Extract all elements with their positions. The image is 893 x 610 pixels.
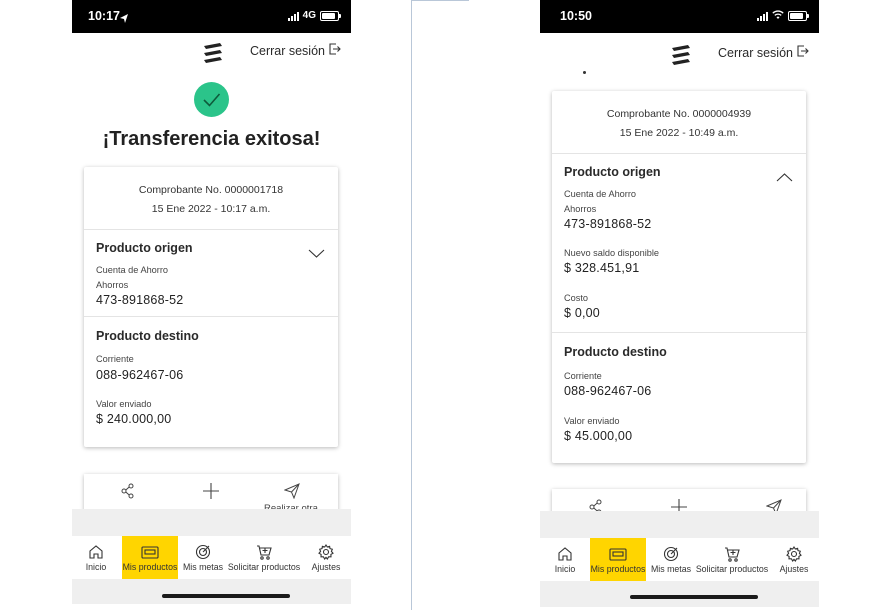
origin-account-type: Cuenta de Ahorro	[564, 189, 637, 199]
transfer-receipt-card: Comprobante No. 0000001718 15 Ene 2022 -…	[84, 167, 338, 447]
receipt-number: Comprobante No. 0000001718	[138, 184, 284, 196]
balance-value: $ 328.451,91	[564, 261, 640, 275]
logout-icon	[797, 45, 809, 60]
origin-account-type: Cuenta de Ahorro	[96, 265, 169, 275]
signal-icon	[287, 11, 299, 21]
amount-value: $ 240.000,00	[96, 412, 172, 426]
receipt-date: 15 Ene 2022 - 10:17 a.m.	[151, 203, 271, 215]
bottom-tab-bar: Inicio Mis productos Mis metas Solicitar…	[72, 536, 351, 579]
tab-solicitar-productos[interactable]: Solicitar productos	[227, 536, 301, 579]
destination-section-title: Producto destino	[96, 329, 199, 343]
receipt-header: Comprobante No. 0000004939 15 Ene 2022 -…	[552, 105, 806, 143]
destination-account-type: Corriente	[96, 354, 134, 364]
destination-account-type: Corriente	[564, 371, 602, 381]
status-time: 10:50	[560, 9, 592, 23]
location-arrow-icon	[120, 10, 128, 28]
share-icon[interactable]	[121, 483, 135, 504]
bank-logo-icon	[202, 43, 224, 63]
home-indicator-area	[72, 579, 351, 604]
screenshot-divider-tick	[411, 0, 469, 1]
cost-value: $ 0,00	[564, 306, 600, 320]
success-check-icon	[194, 82, 229, 117]
status-indicators: 4G	[287, 10, 341, 21]
network-label: 4G	[302, 10, 316, 21]
status-bar: 10:17 4G	[72, 0, 351, 33]
destination-account-number: 088-962467-06	[96, 368, 184, 382]
grey-band	[540, 511, 819, 538]
tab-inicio[interactable]: Inicio	[76, 536, 116, 579]
bank-logo-icon	[670, 45, 692, 65]
gear-icon	[786, 546, 802, 562]
actions-card: Realizar otra	[84, 474, 338, 514]
phone-screen-transfer-detail: 10:50 Cerrar sesión Comprobante No. 0000…	[540, 0, 819, 610]
cost-label: Costo	[564, 293, 589, 303]
origin-account-subtype: Ahorros	[564, 204, 597, 214]
receipt-header: Comprobante No. 0000001718 15 Ene 2022 -…	[84, 181, 338, 219]
home-indicator	[630, 595, 758, 599]
tab-mis-productos[interactable]: Mis productos	[590, 538, 646, 581]
divider	[84, 229, 338, 230]
home-indicator	[162, 594, 290, 598]
home-icon	[558, 547, 572, 561]
battery-icon	[788, 11, 809, 21]
grey-band	[72, 509, 351, 536]
tab-mis-productos[interactable]: Mis productos	[122, 536, 178, 579]
status-time: 10:17	[88, 9, 120, 23]
divider	[552, 153, 806, 154]
destination-account-number: 088-962467-06	[564, 384, 652, 398]
receipt-number: Comprobante No. 0000004939	[606, 108, 752, 120]
chevron-down-icon[interactable]	[308, 245, 325, 263]
status-indicators	[757, 10, 809, 22]
bottom-tab-bar: Inicio Mis productos Mis metas Solicitar…	[540, 538, 819, 581]
signal-icon	[757, 11, 768, 21]
tab-mis-metas[interactable]: Mis metas	[650, 538, 692, 581]
phone-screen-transfer-success: 10:17 4G Cerrar sesión ¡Transferencia ex…	[72, 0, 351, 610]
target-icon	[195, 544, 211, 560]
wallet-icon	[141, 546, 159, 559]
gear-icon	[318, 544, 334, 560]
transfer-receipt-card: Comprobante No. 0000004939 15 Ene 2022 -…	[552, 91, 806, 463]
wallet-icon	[609, 548, 627, 561]
wifi-icon	[772, 10, 784, 22]
amount-label: Valor enviado	[96, 399, 152, 409]
tab-inicio[interactable]: Inicio	[544, 538, 586, 581]
divider	[552, 332, 806, 333]
tab-ajustes[interactable]: Ajustes	[774, 538, 814, 581]
logout-label: Cerrar sesión	[249, 43, 325, 58]
origin-section-title: Producto origen	[564, 165, 661, 179]
cart-icon	[725, 547, 740, 562]
page-title: ¡Transferencia exitosa!	[102, 128, 321, 150]
tab-ajustes[interactable]: Ajustes	[306, 536, 346, 579]
battery-icon	[320, 10, 341, 21]
origin-account-subtype: Ahorros	[96, 280, 129, 290]
logout-icon	[329, 43, 341, 58]
origin-account-number: 473-891868-52	[96, 293, 184, 307]
tab-mis-metas[interactable]: Mis metas	[182, 536, 224, 579]
divider	[84, 316, 338, 317]
receipt-date: 15 Ene 2022 - 10:49 a.m.	[619, 127, 739, 139]
cart-icon	[257, 545, 272, 560]
screenshot-divider	[411, 0, 412, 610]
logout-label: Cerrar sesión	[717, 45, 793, 60]
home-icon	[89, 545, 103, 559]
target-icon	[663, 546, 679, 562]
add-icon[interactable]	[203, 483, 219, 504]
chevron-up-icon[interactable]	[776, 169, 793, 187]
home-indicator-area	[540, 581, 819, 607]
origin-account-number: 473-891868-52	[564, 217, 652, 231]
amount-value: $ 45.000,00	[564, 429, 633, 443]
origin-section-title: Producto origen	[96, 241, 193, 255]
status-bar: 10:50	[540, 0, 819, 33]
balance-label: Nuevo saldo disponible	[564, 248, 660, 258]
destination-section-title: Producto destino	[564, 345, 667, 359]
dot-artifact	[583, 71, 586, 74]
tab-solicitar-productos[interactable]: Solicitar productos	[695, 538, 769, 581]
amount-label: Valor enviado	[564, 416, 620, 426]
logout-button[interactable]: Cerrar sesión	[718, 45, 809, 60]
logout-button[interactable]: Cerrar sesión	[250, 43, 341, 58]
send-plane-icon[interactable]	[283, 483, 300, 504]
